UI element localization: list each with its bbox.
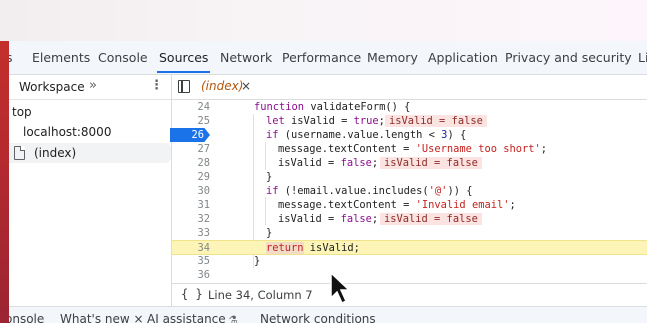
line-number[interactable]: 36 [172, 268, 210, 282]
line-number[interactable]: 27 [172, 142, 210, 156]
code-line: 35 } [172, 254, 647, 268]
tree-item-top[interactable]: top [9, 102, 171, 122]
code-text: isValid = false; [278, 157, 379, 169]
tree-item-localhost[interactable]: localhost:8000 [9, 122, 171, 142]
editor-file-tab[interactable]: (index) [201, 79, 243, 93]
tab-performance[interactable]: Performance [282, 50, 361, 65]
drawer-tab-whats-new[interactable]: What's new × [60, 312, 144, 323]
inline-value-badge: isValid = false [385, 115, 487, 127]
code-text: } [266, 227, 273, 239]
code-line: 31 message.textContent = 'Invalid email'… [172, 198, 647, 212]
tab-application[interactable]: Application [428, 50, 498, 65]
drawer-tab-bar: onsole What's new × AI assistance⚗ Netwo… [9, 306, 647, 323]
tab-overflow-fragment[interactable]: Li [638, 50, 647, 65]
line-number[interactable]: 32 [172, 212, 210, 226]
code-text: if (!email.value.includes('@')) { [266, 185, 473, 197]
close-icon[interactable]: × [134, 312, 144, 323]
sidebar-header: Workspace » ⋮ [9, 75, 171, 100]
tab-workspace[interactable]: Workspace [19, 80, 85, 94]
code-text: } [266, 171, 273, 183]
tab-memory[interactable]: Memory [367, 50, 418, 65]
line-number[interactable]: 33 [172, 226, 210, 240]
code-text: return isValid; [266, 242, 360, 254]
drawer-tab-label: What's new [60, 312, 130, 323]
line-number[interactable]: 25 [172, 114, 210, 128]
toggle-navigator-icon[interactable] [178, 80, 190, 93]
code-editor[interactable]: 24 function validateForm() { 25 let isVa… [170, 100, 647, 283]
cursor-position-text: Line 34, Column 7 [208, 288, 313, 302]
line-number[interactable]: 30 [172, 184, 210, 198]
code-line: 32 isValid = false; isValid = false [172, 212, 647, 226]
code-line-breakpoint: 26 if (username.value.length < 3) { [170, 128, 647, 142]
desktop-background [0, 0, 647, 41]
tree-item-label: (index) [34, 146, 77, 160]
code-line: 25 let isValid = true; isValid = false [172, 114, 647, 128]
drawer-tab-ai-assistance[interactable]: AI assistance ⚗ [147, 312, 238, 323]
code-text: if (username.value.length < 3) { [266, 129, 467, 141]
devtools-window: s Elements Console Sources Network Perfo… [9, 41, 647, 323]
line-number[interactable]: 35 [172, 254, 210, 268]
code-text: } [254, 255, 261, 267]
code-line: 24 function validateForm() { [172, 100, 647, 114]
tree-item-index-file[interactable]: (index) [9, 143, 171, 163]
line-number[interactable]: 34 [172, 241, 210, 255]
line-number[interactable]: 31 [172, 198, 210, 212]
mouse-pointer-icon [330, 272, 351, 305]
file-icon [14, 146, 25, 160]
sources-sidebar: Workspace » ⋮ top localhost:8000 (index) [9, 75, 172, 323]
tree-item-label: localhost:8000 [23, 125, 112, 139]
code-text: message.textContent = 'Username too shor… [278, 143, 548, 155]
desktop-wallpaper-edge [0, 0, 9, 323]
code-line: 29 } [172, 170, 647, 184]
flask-icon: ⚗ [228, 315, 238, 323]
line-number[interactable]: 28 [172, 156, 210, 170]
close-icon[interactable]: × [241, 79, 251, 93]
inline-value-badge: isValid = false [380, 157, 482, 169]
code-line: 27 message.textContent = 'Username too s… [172, 142, 647, 156]
line-number[interactable]: 24 [172, 100, 210, 114]
tree-item-label: top [12, 105, 32, 119]
tab-bar-edge-fragment: s [9, 50, 13, 65]
code-line: 30 if (!email.value.includes('@')) { [172, 184, 647, 198]
code-text: message.textContent = 'Invalid email'; [278, 199, 516, 211]
kebab-menu-icon[interactable]: ⋮ [150, 78, 163, 93]
tab-console[interactable]: Console [98, 50, 148, 65]
pretty-print-icon[interactable]: { } [181, 287, 203, 301]
editor-tab-strip: (index) × [172, 75, 647, 100]
tab-sources[interactable]: Sources [156, 50, 211, 73]
line-number[interactable]: 29 [172, 170, 210, 184]
tab-privacy-and-security[interactable]: Privacy and security [505, 50, 632, 65]
code-text: function validateForm() { [254, 101, 411, 113]
breakpoint-marker[interactable]: 26 [170, 128, 210, 142]
drawer-tab-label: AI assistance [147, 312, 226, 323]
tab-elements[interactable]: Elements [32, 50, 90, 65]
code-line-current-execution: 34 return isValid; [172, 240, 647, 255]
main-tab-bar: s Elements Console Sources Network Perfo… [9, 41, 647, 75]
code-text: let isValid = true; [266, 115, 385, 127]
more-tabs-icon[interactable]: » [89, 78, 97, 93]
inline-value-badge: isValid = false [380, 213, 482, 225]
drawer-tab-console[interactable]: onsole [9, 312, 44, 323]
code-line: 33 } [172, 226, 647, 240]
tab-network[interactable]: Network [220, 50, 272, 65]
code-line: 36 [172, 268, 647, 282]
code-text: isValid = false; [278, 213, 379, 225]
code-line: 28 isValid = false; isValid = false [172, 156, 647, 170]
editor-status-bar: { } Line 34, Column 7 [172, 283, 647, 306]
drawer-tab-network-conditions[interactable]: Network conditions [260, 312, 376, 323]
